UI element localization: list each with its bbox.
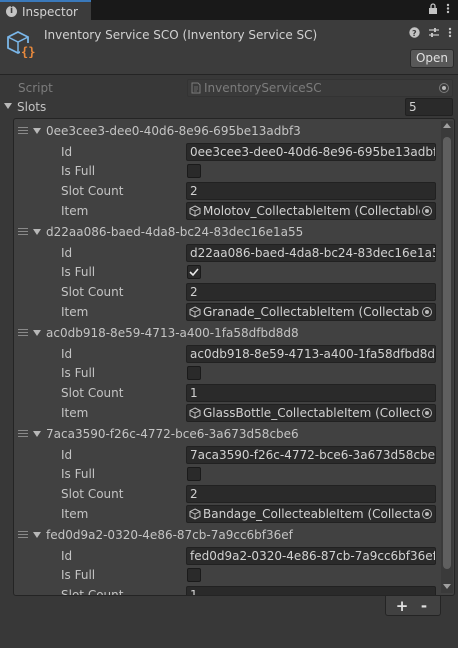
drag-handle-icon[interactable] bbox=[18, 329, 28, 336]
slot-count-field[interactable]: 2 bbox=[186, 182, 436, 200]
tab-label: Inspector bbox=[22, 4, 78, 19]
id-field[interactable]: 7aca3590-f26c-4772-bce6-3a673d58cbe6 bbox=[186, 446, 436, 464]
preset-icon[interactable] bbox=[428, 27, 440, 41]
item-value: GlassBottle_CollectableItem (Collecta bbox=[203, 406, 429, 420]
element-header[interactable]: fed0d9a2-0320-4e86-87cb-7a9cc6bf36ef bbox=[46, 526, 293, 544]
drag-handle-icon[interactable] bbox=[18, 531, 28, 538]
slot-count-field[interactable]: 1 bbox=[186, 586, 436, 595]
id-label: Id bbox=[61, 347, 73, 361]
foldout-arrow-icon[interactable] bbox=[33, 330, 41, 336]
object-picker-icon[interactable] bbox=[420, 406, 434, 420]
tab-bar: i Inspector bbox=[0, 0, 458, 21]
is-full-label: Is Full bbox=[61, 265, 96, 279]
foldout-arrow-icon[interactable] bbox=[33, 532, 41, 538]
id-label: Id bbox=[61, 448, 73, 462]
item-label: Item bbox=[61, 507, 89, 521]
scriptable-object-icon bbox=[189, 407, 201, 419]
vertical-scrollbar[interactable] bbox=[441, 121, 453, 593]
object-title: Inventory Service SCO (Inventory Service… bbox=[44, 28, 318, 42]
is-full-checkbox[interactable] bbox=[187, 164, 201, 178]
item-label: Item bbox=[61, 204, 89, 218]
item-value: Bandage_CollecteableItem (Collectab bbox=[203, 507, 429, 521]
slots-list: 0ee3cee3-dee0-40d6-8e96-695be13adbf3 Id … bbox=[13, 118, 455, 596]
svg-text:{}: {} bbox=[21, 45, 35, 59]
open-button[interactable]: Open bbox=[410, 49, 454, 68]
slot-count-label: Slot Count bbox=[61, 184, 124, 198]
item-label: Item bbox=[61, 406, 89, 420]
is-full-checkbox[interactable] bbox=[187, 265, 201, 279]
is-full-checkbox[interactable] bbox=[187, 568, 201, 582]
kebab-menu-icon[interactable] bbox=[446, 3, 450, 17]
foldout-arrow-icon[interactable] bbox=[33, 128, 41, 134]
id-field[interactable]: d22aa086-baed-4da8-bc24-83dec16e1a55 bbox=[186, 244, 436, 262]
id-field[interactable]: fed0d9a2-0320-4e86-87cb-7a9cc6bf36ef bbox=[186, 547, 436, 565]
slot-count-label: Slot Count bbox=[61, 588, 124, 596]
script-file-icon bbox=[190, 82, 202, 94]
id-label: Id bbox=[61, 549, 73, 563]
is-full-label: Is Full bbox=[61, 568, 96, 582]
svg-text:?: ? bbox=[412, 29, 417, 38]
scriptable-object-icon bbox=[189, 508, 201, 520]
slot-count-label: Slot Count bbox=[61, 285, 124, 299]
scroll-up-arrow-icon[interactable] bbox=[443, 123, 451, 128]
tab-inspector[interactable]: i Inspector bbox=[0, 0, 91, 21]
slots-foldout-arrow-icon[interactable] bbox=[4, 103, 12, 109]
lock-icon[interactable] bbox=[428, 3, 438, 17]
element-header[interactable]: 0ee3cee3-dee0-40d6-8e96-695be13adbf3 bbox=[46, 122, 301, 140]
list-footer: + - bbox=[385, 596, 441, 616]
remove-element-button[interactable]: - bbox=[413, 596, 435, 616]
slot-count-field[interactable]: 2 bbox=[186, 283, 436, 301]
script-field[interactable]: InventoryServiceSC bbox=[187, 79, 453, 97]
element-header[interactable]: ac0db918-8e59-4713-a400-1fa58dfbd8d8 bbox=[46, 324, 299, 342]
drag-handle-icon[interactable] bbox=[18, 430, 28, 437]
is-full-label: Is Full bbox=[61, 366, 96, 380]
object-picker-icon[interactable] bbox=[420, 507, 434, 521]
script-label: Script bbox=[18, 81, 53, 95]
scriptable-object-icon: {} bbox=[7, 29, 37, 59]
is-full-label: Is Full bbox=[61, 164, 96, 178]
foldout-arrow-icon[interactable] bbox=[33, 431, 41, 437]
scriptable-object-icon bbox=[189, 205, 201, 217]
id-field[interactable]: 0ee3cee3-dee0-40d6-8e96-695be13adbf3 bbox=[186, 143, 436, 161]
id-label: Id bbox=[61, 246, 73, 260]
inspector-header: {} Inventory Service SCO (Inventory Serv… bbox=[0, 20, 458, 75]
item-field[interactable]: Molotov_CollectableItem (Collectable bbox=[186, 202, 436, 220]
scriptable-object-icon bbox=[189, 306, 201, 318]
slot-count-label: Slot Count bbox=[61, 487, 124, 501]
foldout-arrow-icon[interactable] bbox=[33, 229, 41, 235]
is-full-checkbox[interactable] bbox=[187, 467, 201, 481]
add-element-button[interactable]: + bbox=[391, 596, 413, 616]
slot-count-label: Slot Count bbox=[61, 386, 124, 400]
item-field[interactable]: Bandage_CollecteableItem (Collectab bbox=[186, 505, 436, 523]
object-picker-icon[interactable] bbox=[437, 81, 451, 95]
info-icon: i bbox=[6, 6, 17, 17]
slots-label[interactable]: Slots bbox=[17, 98, 46, 116]
checkmark-icon bbox=[189, 268, 199, 277]
item-field[interactable]: Granade_CollectableItem (Collectable bbox=[186, 303, 436, 321]
is-full-checkbox[interactable] bbox=[187, 366, 201, 380]
id-label: Id bbox=[61, 145, 73, 159]
item-value: Granade_CollectableItem (Collectable bbox=[203, 305, 430, 319]
drag-handle-icon[interactable] bbox=[18, 127, 28, 134]
item-label: Item bbox=[61, 305, 89, 319]
context-menu-icon[interactable] bbox=[448, 27, 452, 41]
slot-count-field[interactable]: 1 bbox=[186, 384, 436, 402]
slots-size-field[interactable]: 5 bbox=[405, 98, 453, 116]
object-picker-icon[interactable] bbox=[420, 305, 434, 319]
help-icon[interactable]: ? bbox=[409, 27, 420, 41]
item-field[interactable]: GlassBottle_CollectableItem (Collecta bbox=[186, 404, 436, 422]
element-header[interactable]: d22aa086-baed-4da8-bc24-83dec16e1a55 bbox=[46, 223, 303, 241]
scroll-down-arrow-icon[interactable] bbox=[443, 584, 451, 589]
element-header[interactable]: 7aca3590-f26c-4772-bce6-3a673d58cbe6 bbox=[46, 425, 299, 443]
object-picker-icon[interactable] bbox=[420, 204, 434, 218]
id-field[interactable]: ac0db918-8e59-4713-a400-1fa58dfbd8d8 bbox=[186, 345, 436, 363]
script-value: InventoryServiceSC bbox=[204, 81, 322, 95]
item-value: Molotov_CollectableItem (Collectable bbox=[203, 204, 426, 218]
scrollbar-thumb[interactable] bbox=[443, 137, 451, 569]
drag-handle-icon[interactable] bbox=[18, 228, 28, 235]
is-full-label: Is Full bbox=[61, 467, 96, 481]
slot-count-field[interactable]: 2 bbox=[186, 485, 436, 503]
